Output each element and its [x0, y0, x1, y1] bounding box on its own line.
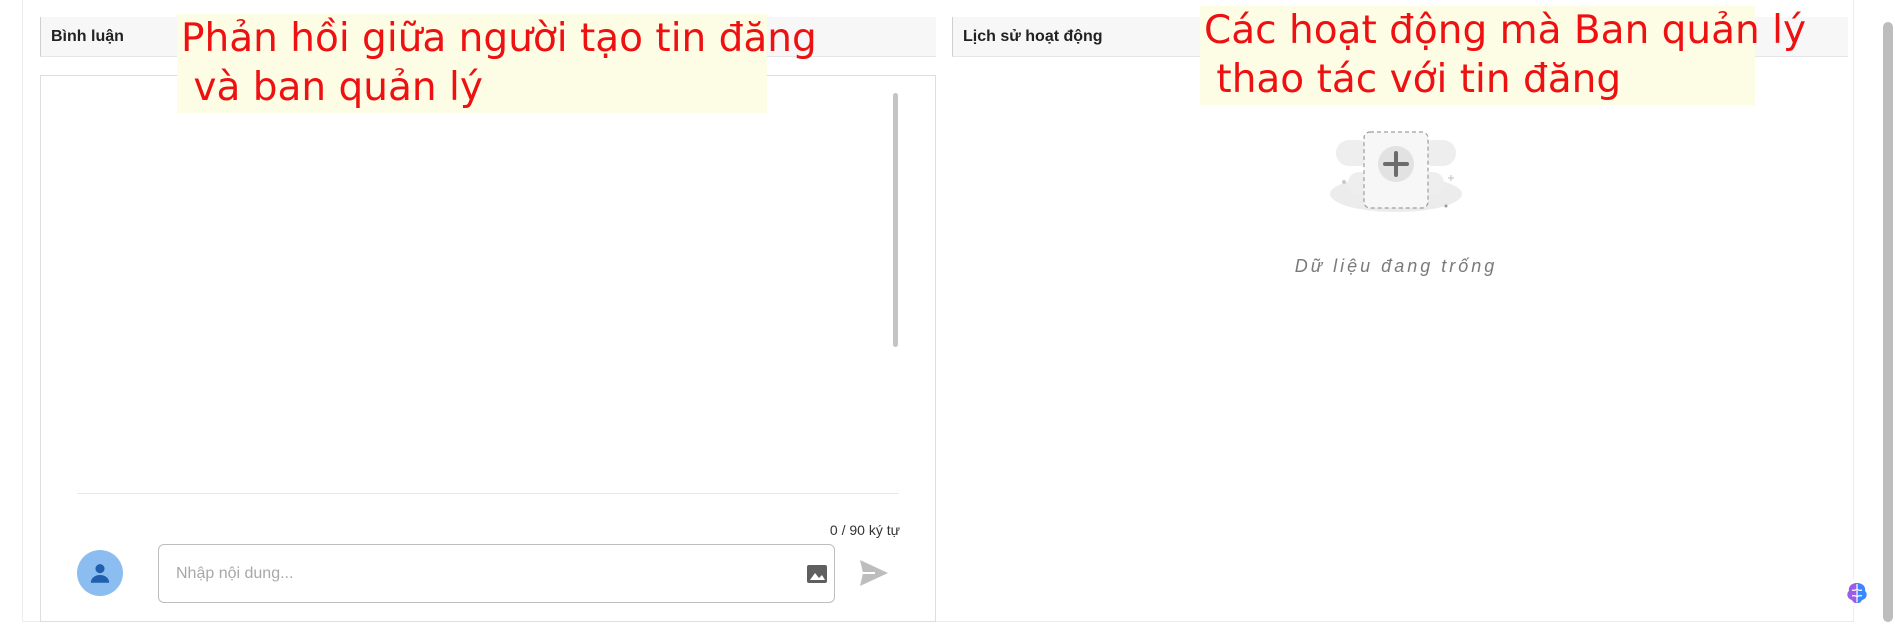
- image-icon[interactable]: [806, 564, 828, 584]
- history-title: Lịch sử hoạt động: [963, 27, 1103, 45]
- comments-divider: [77, 493, 899, 494]
- char-count: 0 / 90 ký tự: [829, 522, 900, 538]
- comments-scrollbar[interactable]: [893, 93, 898, 347]
- empty-state-text: Dữ liệu đang trống: [1294, 256, 1498, 276]
- avatar: [77, 550, 123, 596]
- comments-panel: [40, 75, 936, 622]
- send-icon[interactable]: [858, 558, 890, 588]
- ai-brain-icon[interactable]: [1842, 578, 1872, 608]
- annotation-comments: Phản hồi giữa người tạo tin đăng và ban …: [177, 14, 817, 113]
- comments-title: Bình luận: [51, 27, 124, 45]
- comment-input-box[interactable]: [158, 544, 835, 603]
- page-scrollbar[interactable]: [1883, 22, 1893, 622]
- comment-input[interactable]: [174, 559, 778, 589]
- empty-box-icon: [1330, 131, 1462, 212]
- user-icon: [90, 564, 110, 583]
- annotation-history: Các hoạt động mà Ban quản lý thao tác vớ…: [1200, 6, 1806, 105]
